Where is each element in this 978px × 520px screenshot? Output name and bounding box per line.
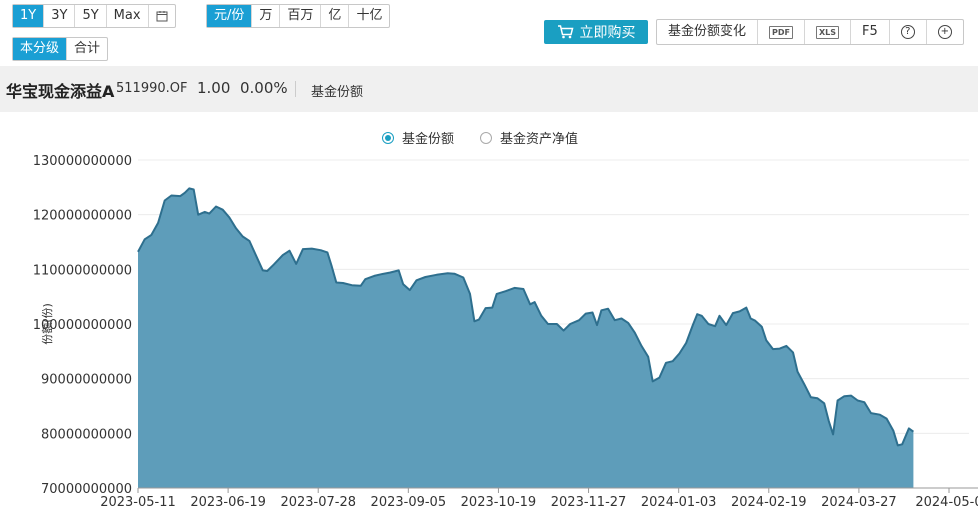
x-tick-label: 2024-01-03: [641, 495, 717, 510]
x-tick-label: 2023-11-27: [551, 495, 627, 510]
x-tick-label: 2024-03-27: [821, 495, 897, 510]
x-tick-label: 2023-10-19: [461, 495, 537, 510]
x-tick-label: 2023-09-05: [371, 495, 447, 510]
x-tick-label: 2023-07-28: [280, 495, 356, 510]
share-area-fill: [138, 188, 914, 488]
y-axis-title: 份额(份): [41, 303, 54, 345]
x-tick-label: 2023-06-19: [190, 495, 266, 510]
x-tick-label: 2024-05-0: [915, 495, 978, 510]
y-tick-label: 110000000000: [33, 263, 132, 278]
y-tick-label: 90000000000: [41, 373, 132, 388]
y-tick-label: 120000000000: [33, 209, 132, 224]
y-tick-label: 80000000000: [41, 427, 132, 442]
x-tick-label: 2023-05-11: [100, 495, 176, 510]
share-area-chart: 1300000000001200000000001100000000001000…: [33, 154, 978, 510]
x-tick-label: 2024-02-19: [731, 495, 807, 510]
y-tick-label: 130000000000: [33, 154, 132, 169]
